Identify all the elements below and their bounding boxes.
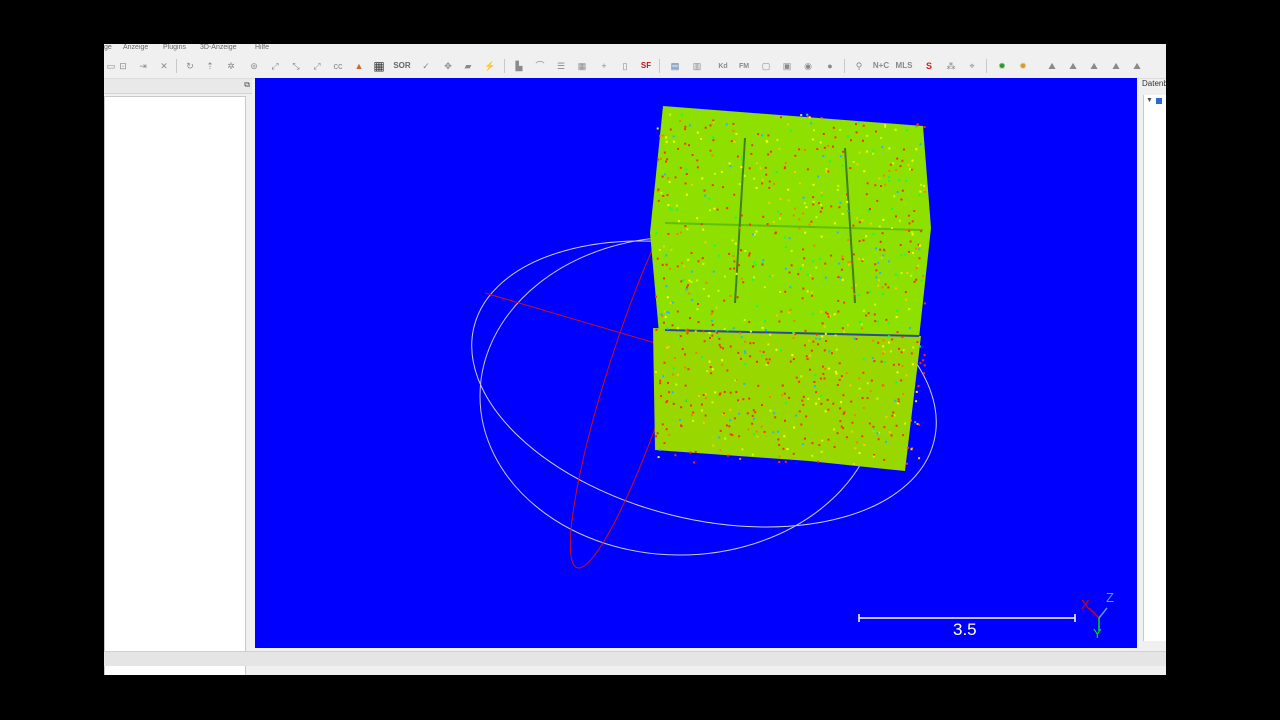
toolbar-separator bbox=[504, 59, 505, 73]
expand-arrow-icon[interactable]: ▼ bbox=[1146, 97, 1153, 104]
point-cloud bbox=[650, 106, 931, 471]
float-icon[interactable]: ⧉ bbox=[244, 80, 250, 90]
cc-icon[interactable]: cc bbox=[331, 59, 345, 73]
3d-viewport[interactable]: X Y Z 3.5 bbox=[255, 78, 1137, 648]
status-bar bbox=[104, 651, 1166, 666]
fm-button[interactable]: FM bbox=[737, 59, 751, 73]
y-axis-label: Y bbox=[1093, 626, 1102, 641]
toolbar-separator bbox=[844, 59, 845, 73]
sample-icon[interactable]: ⊚ bbox=[247, 59, 261, 73]
link-icon[interactable]: ⚲ bbox=[852, 59, 866, 73]
menu-item-3d-anzeige[interactable]: 3D-Anzeige bbox=[200, 44, 237, 51]
kd-button[interactable]: Kd bbox=[716, 59, 730, 73]
gradient-icon[interactable]: ▤ bbox=[668, 59, 682, 73]
terrain-3-icon[interactable]: ⛰ bbox=[1087, 59, 1101, 73]
db-tree[interactable] bbox=[104, 96, 246, 675]
menu-item-anzeige[interactable]: Anzeige bbox=[123, 44, 148, 51]
tick-icon[interactable]: ✓ bbox=[419, 59, 433, 73]
histogram-icon[interactable]: ▙ bbox=[512, 59, 526, 73]
cloud-item-icon[interactable] bbox=[1156, 98, 1162, 104]
point-cloud-scene[interactable]: X Y Z bbox=[255, 78, 1137, 648]
trash-icon[interactable]: ▯ bbox=[618, 59, 632, 73]
crop-icon[interactable]: ⤢ bbox=[310, 59, 324, 73]
terrain-5-icon[interactable]: ⛰ bbox=[1130, 59, 1144, 73]
panel-header-datenbank: Datenbank bbox=[1142, 79, 1166, 88]
move-icon[interactable]: ✥ bbox=[441, 59, 455, 73]
curve-icon[interactable]: ⌒ bbox=[533, 59, 547, 73]
sf-button[interactable]: SF bbox=[639, 59, 653, 73]
sphere-icon[interactable]: ◉ bbox=[801, 59, 815, 73]
menu-item-hilfe[interactable]: Hilfe bbox=[255, 44, 269, 51]
checker-icon[interactable]: ▦ bbox=[372, 59, 386, 73]
rotate-icon[interactable]: ↻ bbox=[183, 59, 197, 73]
filter-icon[interactable]: ⇡ bbox=[203, 59, 217, 73]
axes-gizmo: X Y Z bbox=[1081, 590, 1114, 641]
toolbar-separator bbox=[659, 59, 660, 73]
s-curve-icon[interactable]: S bbox=[922, 59, 936, 73]
menu-bar: ge Anzeige Plugins 3D-Anzeige Hilfe bbox=[104, 44, 1166, 54]
export-icon[interactable]: ⇥ bbox=[136, 59, 150, 73]
cloudcompare-window: ge Anzeige Plugins 3D-Anzeige Hilfe ▭ ⊡ … bbox=[104, 44, 1166, 675]
sor-filter-button[interactable]: SOR bbox=[393, 59, 411, 73]
delete-icon[interactable]: ✕ bbox=[157, 59, 171, 73]
x-axis-label: X bbox=[1081, 597, 1090, 612]
mesh-icon[interactable]: ▢ bbox=[759, 59, 773, 73]
main-toolbar: ▭ ⊡ ⇥ ✕ ↻ ⇡ ✲ ⊚ ⤢ ⤡ ⤢ cc ▲ ▦ SOR ✓ ✥ ▰ ⚡… bbox=[104, 54, 1166, 79]
menu-item-plugins[interactable]: Plugins bbox=[163, 44, 186, 51]
menu-item-partial[interactable]: ge bbox=[104, 44, 112, 51]
open-icon[interactable]: ⊡ bbox=[116, 59, 130, 73]
terrain-4-icon[interactable]: ⛰ bbox=[1109, 59, 1123, 73]
bucket-icon[interactable]: ▲ bbox=[352, 59, 366, 73]
properties-panel: Datenbank ▼ bbox=[1141, 79, 1166, 641]
grid-icon[interactable]: ▦ bbox=[575, 59, 589, 73]
db-tree-panel: ⧉ bbox=[104, 79, 254, 675]
nodes-icon[interactable]: ⁂ bbox=[944, 59, 958, 73]
terrain-icon[interactable]: ⛰ bbox=[1045, 59, 1059, 73]
normals-button[interactable]: N+C bbox=[871, 59, 891, 73]
box-icon[interactable]: ▣ bbox=[780, 59, 794, 73]
mls-button[interactable]: MLS bbox=[894, 59, 914, 73]
gear-icon[interactable]: ✲ bbox=[224, 59, 238, 73]
toolbar-separator bbox=[176, 59, 177, 73]
color-ramp-2-icon[interactable]: ✹ bbox=[1016, 59, 1030, 73]
properties-tree[interactable]: ▼ bbox=[1143, 95, 1166, 641]
z-axis-label: Z bbox=[1106, 590, 1114, 605]
segment-icon[interactable]: ⤢ bbox=[268, 59, 282, 73]
color-ramp-icon[interactable]: ✹ bbox=[995, 59, 1009, 73]
scale-value: 3.5 bbox=[953, 620, 977, 639]
stats-icon[interactable]: ▥ bbox=[690, 59, 704, 73]
panel-header: ⧉ bbox=[104, 79, 252, 94]
align-icon[interactable]: ⚡ bbox=[483, 59, 497, 73]
pick-icon[interactable]: ⌖ bbox=[965, 59, 979, 73]
scale-icon[interactable]: ⤡ bbox=[289, 59, 303, 73]
add-icon[interactable]: + bbox=[597, 59, 611, 73]
toolbar-separator bbox=[986, 59, 987, 73]
globe-icon[interactable]: ● bbox=[823, 59, 837, 73]
plane-icon[interactable]: ▰ bbox=[461, 59, 475, 73]
terrain-2-icon[interactable]: ⛰ bbox=[1066, 59, 1080, 73]
list-icon[interactable]: ☰ bbox=[554, 59, 568, 73]
